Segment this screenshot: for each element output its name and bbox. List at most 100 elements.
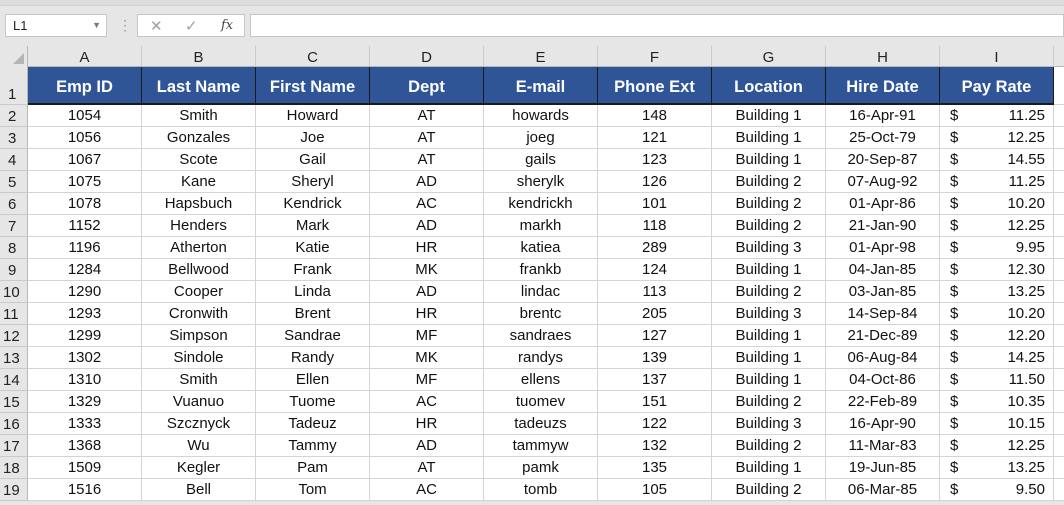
table-cell[interactable]: 20-Sep-87 [826, 149, 940, 171]
table-cell[interactable]: 1368 [28, 435, 142, 457]
table-cell[interactable]: AT [370, 127, 484, 149]
table-cell[interactable]: Building 1 [712, 347, 826, 369]
table-header-cell[interactable]: Emp ID [28, 67, 142, 105]
table-cell[interactable]: 205 [598, 303, 712, 325]
table-cell[interactable]: $12.25 [940, 435, 1054, 457]
table-cell[interactable]: 01-Apr-98 [826, 237, 940, 259]
table-cell[interactable]: Building 1 [712, 259, 826, 281]
table-cell[interactable]: 139 [598, 347, 712, 369]
table-cell[interactable]: 1329 [28, 391, 142, 413]
table-cell[interactable]: tuomev [484, 391, 598, 413]
table-cell[interactable]: AD [370, 171, 484, 193]
row-header[interactable]: 16 [0, 413, 28, 435]
table-cell[interactable]: Building 1 [712, 457, 826, 479]
table-cell[interactable]: Building 2 [712, 391, 826, 413]
table-cell[interactable]: HR [370, 237, 484, 259]
table-cell[interactable]: sandraes [484, 325, 598, 347]
table-cell[interactable]: 1054 [28, 105, 142, 127]
table-cell[interactable]: Kendrick [256, 193, 370, 215]
empty-cell[interactable] [1054, 303, 1064, 325]
table-cell[interactable]: MK [370, 347, 484, 369]
table-cell[interactable]: 14-Sep-84 [826, 303, 940, 325]
table-cell[interactable]: 151 [598, 391, 712, 413]
table-cell[interactable]: AC [370, 193, 484, 215]
table-cell[interactable]: 1078 [28, 193, 142, 215]
table-cell[interactable]: 04-Oct-86 [826, 369, 940, 391]
table-cell[interactable]: Sandrae [256, 325, 370, 347]
table-cell[interactable]: Gonzales [142, 127, 256, 149]
table-cell[interactable]: Building 2 [712, 435, 826, 457]
table-cell[interactable]: Smith [142, 369, 256, 391]
table-cell[interactable]: 289 [598, 237, 712, 259]
table-cell[interactable]: Bellwood [142, 259, 256, 281]
table-cell[interactable]: 148 [598, 105, 712, 127]
table-cell[interactable]: Cooper [142, 281, 256, 303]
more-options-icon[interactable]: ⋮ [118, 16, 132, 34]
table-cell[interactable]: 03-Jan-85 [826, 281, 940, 303]
table-cell[interactable]: AT [370, 149, 484, 171]
row-header[interactable]: 6 [0, 193, 28, 215]
column-header-e[interactable]: E [484, 46, 598, 67]
table-cell[interactable]: 1310 [28, 369, 142, 391]
table-cell[interactable]: 1299 [28, 325, 142, 347]
table-cell[interactable]: ellens [484, 369, 598, 391]
table-cell[interactable]: Cronwith [142, 303, 256, 325]
row-header[interactable]: 12 [0, 325, 28, 347]
table-cell[interactable]: $11.25 [940, 105, 1054, 127]
chevron-down-icon[interactable]: ▼ [92, 15, 101, 36]
column-header-g[interactable]: G [712, 46, 826, 67]
table-cell[interactable]: 105 [598, 479, 712, 501]
table-cell[interactable]: 123 [598, 149, 712, 171]
column-header-i[interactable]: I [940, 46, 1054, 67]
table-cell[interactable]: $10.20 [940, 303, 1054, 325]
table-header-cell[interactable]: First Name [256, 67, 370, 105]
empty-cell[interactable] [1054, 413, 1064, 435]
table-cell[interactable]: AC [370, 479, 484, 501]
row-header[interactable]: 10 [0, 281, 28, 303]
table-header-cell[interactable]: Dept [370, 67, 484, 105]
table-cell[interactable]: 1509 [28, 457, 142, 479]
table-cell[interactable]: Joe [256, 127, 370, 149]
table-cell[interactable]: 07-Aug-92 [826, 171, 940, 193]
table-cell[interactable]: Building 2 [712, 193, 826, 215]
table-cell[interactable]: MK [370, 259, 484, 281]
table-header-cell[interactable]: E-mail [484, 67, 598, 105]
table-cell[interactable]: Kane [142, 171, 256, 193]
table-cell[interactable]: 11-Mar-83 [826, 435, 940, 457]
table-cell[interactable]: Linda [256, 281, 370, 303]
table-cell[interactable]: 1284 [28, 259, 142, 281]
table-cell[interactable]: 1333 [28, 413, 142, 435]
row-header[interactable]: 14 [0, 369, 28, 391]
column-header-f[interactable]: F [598, 46, 712, 67]
table-cell[interactable]: AT [370, 457, 484, 479]
table-cell[interactable]: 126 [598, 171, 712, 193]
table-cell[interactable]: 01-Apr-86 [826, 193, 940, 215]
table-cell[interactable]: 21-Jan-90 [826, 215, 940, 237]
table-cell[interactable]: gails [484, 149, 598, 171]
empty-cell[interactable] [1054, 67, 1064, 105]
empty-cell[interactable] [1054, 281, 1064, 303]
table-header-cell[interactable]: Phone Ext [598, 67, 712, 105]
empty-cell[interactable] [1054, 347, 1064, 369]
table-cell[interactable]: AT [370, 105, 484, 127]
table-cell[interactable]: kendrickh [484, 193, 598, 215]
table-cell[interactable]: Building 3 [712, 237, 826, 259]
empty-cell[interactable] [1054, 127, 1064, 149]
table-cell[interactable]: 06-Mar-85 [826, 479, 940, 501]
row-header[interactable]: 4 [0, 149, 28, 171]
table-cell[interactable]: 122 [598, 413, 712, 435]
table-cell[interactable]: Atherton [142, 237, 256, 259]
select-all-button[interactable] [0, 46, 28, 67]
table-cell[interactable]: pamk [484, 457, 598, 479]
table-cell[interactable]: 22-Feb-89 [826, 391, 940, 413]
table-cell[interactable]: howards [484, 105, 598, 127]
empty-cell[interactable] [1054, 479, 1064, 501]
insert-function-icon[interactable]: fx [221, 18, 233, 33]
cancel-icon[interactable]: ✕ [150, 17, 163, 35]
table-header-cell[interactable]: Hire Date [826, 67, 940, 105]
table-cell[interactable]: Kegler [142, 457, 256, 479]
table-cell[interactable]: 04-Jan-85 [826, 259, 940, 281]
table-cell[interactable]: Building 1 [712, 127, 826, 149]
table-cell[interactable]: brentc [484, 303, 598, 325]
table-cell[interactable]: 16-Apr-91 [826, 105, 940, 127]
